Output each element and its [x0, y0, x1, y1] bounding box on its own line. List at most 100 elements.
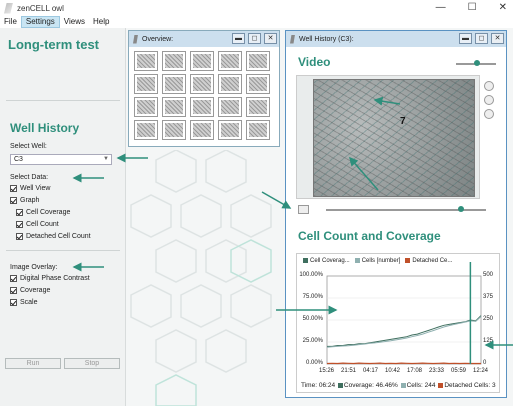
checkbox-icon[interactable] [10, 299, 17, 306]
close-icon[interactable]: ✕ [491, 33, 504, 44]
well-select[interactable]: C3 ▼ [10, 154, 112, 165]
status-coverage: 46.46% [375, 382, 398, 389]
hexagon-background [130, 150, 272, 406]
well-thumbnail[interactable] [218, 120, 242, 140]
x-tick: 05:59 [451, 368, 467, 374]
checkbox-coverage[interactable]: Coverage [10, 287, 50, 294]
slider-handle[interactable] [458, 206, 464, 212]
well-history-window-buttons: ▬ ◻ ✕ [459, 33, 504, 44]
cell-video-frame[interactable]: 7 [313, 79, 475, 197]
well-thumbnail[interactable] [218, 97, 242, 117]
checkbox-well-view[interactable]: Well View [10, 185, 50, 192]
well-thumbnail[interactable] [190, 74, 214, 94]
well-history-title: Well History (C3): [299, 35, 354, 43]
maximize-icon[interactable]: ◻ [248, 33, 261, 44]
checkbox-icon[interactable] [16, 209, 23, 216]
checkbox-icon[interactable] [10, 287, 17, 294]
x-tick: 12:24 [473, 368, 489, 374]
close-icon[interactable]: ✕ [264, 33, 277, 44]
checkbox-label: Detached Cell Count [26, 233, 91, 240]
maximize-icon[interactable]: ◻ [475, 33, 488, 44]
well-thumbnail[interactable] [134, 97, 158, 117]
slider-handle[interactable] [474, 60, 480, 66]
well-thumbnail[interactable] [134, 74, 158, 94]
pin-icon [290, 34, 295, 44]
x-tick: 10:42 [385, 368, 401, 374]
well-thumbnail[interactable] [162, 74, 186, 94]
well-thumbnail[interactable] [190, 120, 214, 140]
x-tick: 04:17 [363, 368, 379, 374]
well-thumbnail[interactable] [162, 97, 186, 117]
maximize-icon[interactable]: ☐ [468, 2, 477, 13]
select-well-label: Select Well: [10, 143, 47, 150]
overview-title: Overview: [142, 35, 174, 43]
well-plate-grid [134, 51, 270, 140]
title-bar: zenCELL owl — ☐ ✕ [0, 0, 513, 16]
overview-titlebar[interactable]: Overview: ▬ ◻ ✕ [129, 31, 279, 47]
window-controls: — ☐ ✕ [436, 2, 507, 13]
video-panel: 7 [296, 75, 480, 199]
chevron-down-icon: ▼ [103, 156, 109, 162]
checkbox-icon[interactable] [16, 221, 23, 228]
zoom-out-icon[interactable] [484, 95, 494, 105]
checkbox-label: Cell Coverage [26, 209, 71, 216]
timeline-slider[interactable] [326, 206, 486, 212]
app-logo-icon [4, 2, 13, 14]
checkbox-graph[interactable]: Graph [10, 197, 39, 204]
stop-button[interactable]: Stop [64, 358, 120, 369]
run-button[interactable]: Run [5, 358, 61, 369]
checkbox-icon[interactable] [10, 197, 17, 204]
x-tick: 21:51 [341, 368, 357, 374]
well-thumbnail[interactable] [218, 51, 242, 71]
menu-settings[interactable]: Settings [20, 16, 60, 28]
checkbox-scale[interactable]: Scale [10, 299, 38, 306]
checkbox-label: Scale [20, 299, 38, 306]
menu-views[interactable]: Views [60, 16, 89, 28]
checkbox-icon[interactable] [16, 233, 23, 240]
left-panel: Long-term test Well History Select Well:… [0, 28, 126, 406]
chart-heading: Cell Count and Coverage [298, 229, 441, 243]
well-thumbnail[interactable] [190, 51, 214, 71]
zoom-in-icon[interactable] [484, 81, 494, 91]
video-marker-label: 7 [400, 116, 406, 127]
checkbox-cell-coverage[interactable]: Cell Coverage [16, 209, 70, 216]
well-thumbnail[interactable] [190, 97, 214, 117]
well-thumbnail[interactable] [134, 51, 158, 71]
well-thumbnail[interactable] [246, 74, 270, 94]
minimize-icon[interactable]: — [436, 2, 446, 13]
well-thumbnail[interactable] [162, 51, 186, 71]
app-title: zenCELL owl [17, 3, 64, 13]
checkbox-label: Well View [20, 185, 51, 192]
checkbox-detached-cell-count[interactable]: Detached Cell Count [16, 233, 91, 240]
overview-window: Overview: ▬ ◻ ✕ [128, 30, 280, 147]
video-zoom-slider[interactable] [456, 60, 496, 66]
well-thumbnail[interactable] [246, 120, 270, 140]
menu-bar: File Settings Views Help [0, 16, 513, 28]
image-overlay-label: Image Overlay: [10, 264, 58, 271]
chart-status-line: Time: 06:24 Coverage: 46.46% Cells: 244 … [301, 382, 496, 389]
close-icon[interactable]: ✕ [499, 2, 507, 13]
x-tick: 15:26 [319, 368, 335, 374]
checkbox-icon[interactable] [10, 185, 17, 192]
checkbox-cell-count[interactable]: Cell Count [16, 221, 59, 228]
well-thumbnail[interactable] [134, 120, 158, 140]
menu-file[interactable]: File [0, 16, 21, 28]
play-button[interactable] [298, 205, 309, 214]
experiment-title: Long-term test [8, 37, 99, 52]
divider [6, 250, 120, 251]
well-thumbnail[interactable] [218, 74, 242, 94]
menu-help[interactable]: Help [89, 16, 113, 28]
checkbox-icon[interactable] [10, 275, 17, 282]
select-data-label: Select Data: [10, 174, 49, 181]
minimize-icon[interactable]: ▬ [232, 33, 245, 44]
checkbox-label: Coverage [20, 287, 51, 294]
settings-icon[interactable] [484, 109, 494, 119]
checkbox-digital-phase-contrast[interactable]: Digital Phase Contrast [10, 275, 90, 282]
well-thumbnail[interactable] [162, 120, 186, 140]
well-thumbnail[interactable] [246, 51, 270, 71]
minimize-icon[interactable]: ▬ [459, 33, 472, 44]
well-history-titlebar[interactable]: Well History (C3): ▬ ◻ ✕ [286, 31, 506, 47]
well-history-window: Well History (C3): ▬ ◻ ✕ Video 7 Cell Co… [285, 30, 507, 398]
well-thumbnail[interactable] [246, 97, 270, 117]
pin-icon [133, 34, 138, 44]
